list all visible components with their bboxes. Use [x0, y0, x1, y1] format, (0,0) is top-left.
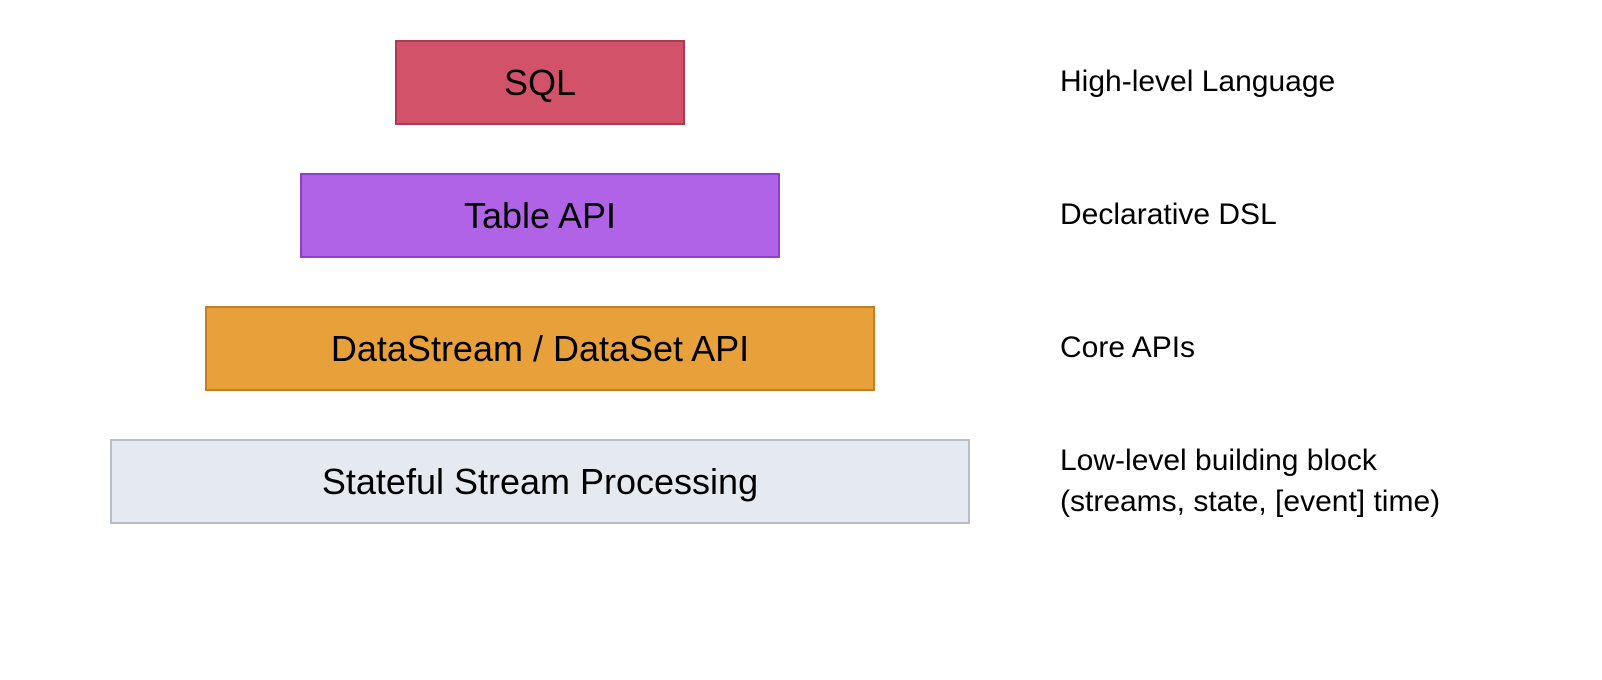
layer-description: Low-level building block(streams, state,… — [1060, 441, 1440, 522]
layer-box-area: DataStream / DataSet API — [100, 306, 980, 391]
layer-description: Declarative DSL — [1060, 195, 1277, 236]
layer-box-area: Table API — [100, 173, 980, 258]
layer-box-datastream: DataStream / DataSet API — [205, 306, 875, 391]
layer-box-sql: SQL — [395, 40, 685, 125]
layer-description: Core APIs — [1060, 328, 1195, 369]
layer-box-area: Stateful Stream Processing — [100, 439, 980, 524]
layer-box-label: Table API — [464, 195, 616, 237]
layer-row-datastream: DataStream / DataSet API Core APIs — [100, 306, 1500, 391]
layer-box-label: SQL — [504, 62, 576, 104]
layer-box-stateful: Stateful Stream Processing — [110, 439, 970, 524]
api-layers-diagram: SQL High-level Language Table API Declar… — [100, 40, 1500, 572]
layer-box-label: DataStream / DataSet API — [331, 328, 749, 370]
layer-description: High-level Language — [1060, 62, 1335, 103]
layer-row-sql: SQL High-level Language — [100, 40, 1500, 125]
layer-row-stateful: Stateful Stream Processing Low-level bui… — [100, 439, 1500, 524]
layer-row-table-api: Table API Declarative DSL — [100, 173, 1500, 258]
layer-box-label: Stateful Stream Processing — [322, 461, 758, 503]
layer-box-area: SQL — [100, 40, 980, 125]
layer-box-table-api: Table API — [300, 173, 780, 258]
